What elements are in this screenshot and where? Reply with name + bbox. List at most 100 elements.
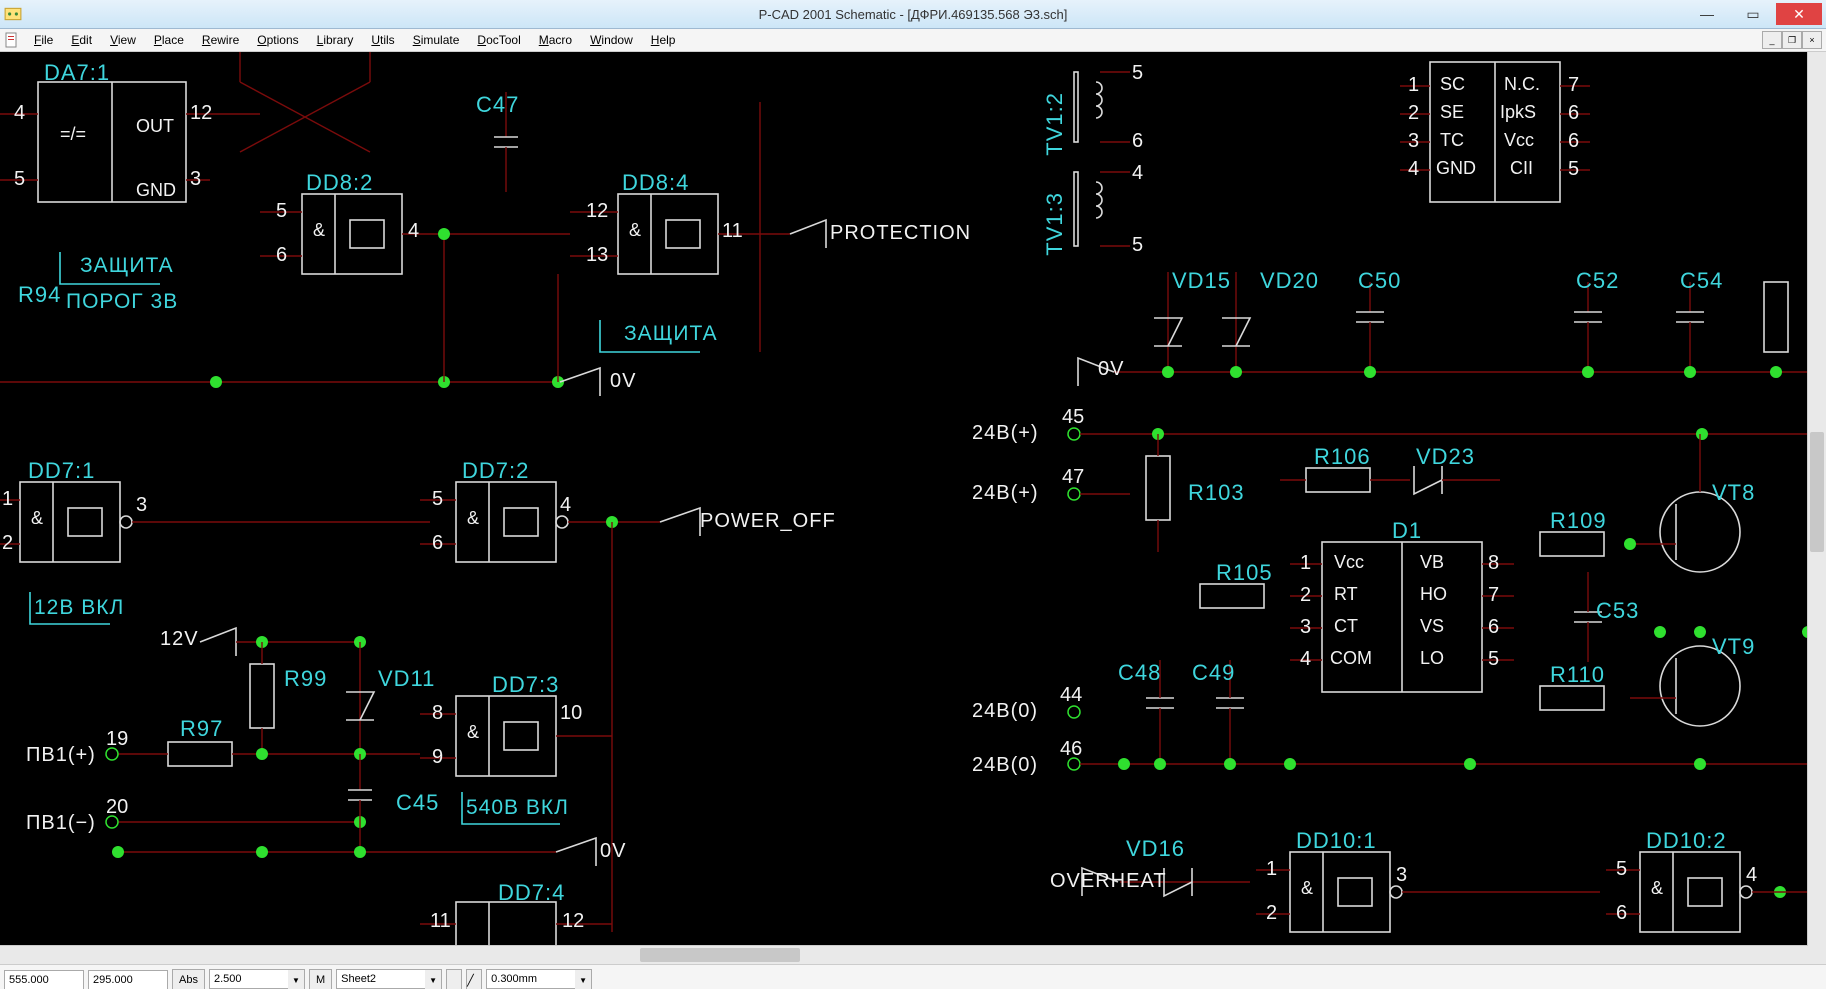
title-bar: P-CAD 2001 Schematic - [ДФРИ.469135.568 … <box>0 0 1826 29</box>
ref-DD8-2: DD8:2 <box>306 170 373 196</box>
dd10-p6: 6 <box>1616 902 1627 925</box>
mdi-minimize[interactable]: _ <box>1762 31 1782 49</box>
amp-sym: =/= <box>60 124 86 145</box>
status-grid[interactable]: ▼ <box>209 969 305 989</box>
lbl-porog: ПОРОГ 3В <box>66 290 178 314</box>
icr-p3: 3 <box>1408 130 1419 153</box>
icr-p4: 4 <box>1408 158 1419 181</box>
amp2: & <box>629 220 641 241</box>
close-button[interactable]: ✕ <box>1776 3 1822 25</box>
tv1-2-coil <box>1074 72 1130 142</box>
ref-DD7-4: DD7:4 <box>498 880 565 906</box>
d1-CT: CT <box>1334 616 1358 637</box>
dd10-p4: 4 <box>1746 864 1757 887</box>
icr-p1: 1 <box>1408 74 1419 97</box>
pin10d: 10 <box>560 702 582 725</box>
pin4b: 4 <box>408 220 419 243</box>
maximize-button[interactable]: ▭ <box>1730 3 1776 25</box>
mdi-buttons: _ ❐ × <box>1762 31 1822 49</box>
ref-VD20: VD20 <box>1260 268 1319 294</box>
net-12v: 12V <box>160 628 199 651</box>
status-m[interactable]: M <box>309 969 332 989</box>
menu-window[interactable]: Window <box>582 31 641 49</box>
lbl-Vcc: Vcc <box>1504 130 1534 151</box>
pin47: 47 <box>1062 466 1084 489</box>
amp3: & <box>31 508 43 529</box>
lbl-IpkS: IpkS <box>1500 102 1536 123</box>
status-linewidth[interactable]: ▼ <box>486 969 592 989</box>
ref-DD8-4: DD8:4 <box>622 170 689 196</box>
menu-file[interactable]: File <box>26 31 61 49</box>
menu-rewire[interactable]: Rewire <box>194 31 247 49</box>
lbl-GND2: GND <box>1436 158 1476 179</box>
ref-R94: R94 <box>18 282 61 308</box>
ref-DD7-3: DD7:3 <box>492 672 559 698</box>
net-0v-2: 0V <box>600 840 626 863</box>
lbl-NC: N.C. <box>1504 74 1540 95</box>
minimize-button[interactable]: — <box>1684 3 1730 25</box>
pin5r2: 5 <box>1132 234 1143 257</box>
pin2c: 2 <box>2 532 13 555</box>
menu-edit[interactable]: Edit <box>63 31 100 49</box>
menu-view[interactable]: View <box>102 31 144 49</box>
d1-VS: VS <box>1420 616 1444 637</box>
net-poweroff: POWER_OFF <box>700 510 836 533</box>
amp4: & <box>467 508 479 529</box>
lbl-TC: TC <box>1440 130 1464 151</box>
menu-help[interactable]: Help <box>643 31 684 49</box>
lbl-zashita2: ЗАЩИТА <box>624 322 718 346</box>
ref-C50: C50 <box>1358 268 1401 294</box>
lbl-zashita: ЗАЩИТА <box>80 254 174 278</box>
horizontal-scrollbar[interactable] <box>0 945 1808 964</box>
status-x[interactable] <box>4 970 84 989</box>
d1-p7: 7 <box>1488 584 1499 607</box>
icr-p5: 5 <box>1568 158 1579 181</box>
lbl-CII: CII <box>1510 158 1533 179</box>
pin12d: 12 <box>562 910 584 933</box>
pin5c: 5 <box>432 488 443 511</box>
pin12: 12 <box>190 102 212 125</box>
dd10-p3: 3 <box>1396 864 1407 887</box>
d1-p3: 3 <box>1300 616 1311 639</box>
status-y[interactable] <box>88 970 168 989</box>
net-24o1: 24В(0) <box>972 700 1038 723</box>
d1-p6: 6 <box>1488 616 1499 639</box>
dd10-p5: 5 <box>1616 858 1627 881</box>
schematic-canvas[interactable]: DA7:1 4 5 12 3 =/= OUT GND ЗАЩИТА ПОРОГ … <box>0 52 1808 946</box>
d1-RT: RT <box>1334 584 1358 605</box>
pin4r: 4 <box>1132 162 1143 185</box>
mdi-close[interactable]: × <box>1802 31 1822 49</box>
pin6b: 6 <box>276 244 287 267</box>
ref-C53: C53 <box>1596 598 1639 624</box>
net-protection: PROTECTION <box>830 222 971 245</box>
net-overheat: OVERHEAT <box>1050 870 1167 893</box>
status-abs[interactable]: Abs <box>172 969 205 989</box>
status-linestyle[interactable]: ╱ <box>466 969 482 989</box>
lbl-SC: SC <box>1440 74 1465 95</box>
ref-C48: C48 <box>1118 660 1161 686</box>
menu-macro[interactable]: Macro <box>531 31 580 49</box>
menu-library[interactable]: Library <box>309 31 362 49</box>
menu-doctool[interactable]: DocTool <box>469 31 528 49</box>
amp5: & <box>467 722 479 743</box>
mdi-restore[interactable]: ❐ <box>1782 31 1802 49</box>
menu-utils[interactable]: Utils <box>363 31 402 49</box>
net-0v-1: 0V <box>610 370 636 393</box>
menu-place[interactable]: Place <box>146 31 192 49</box>
pin1c: 1 <box>2 488 13 511</box>
ref-C54: C54 <box>1680 268 1723 294</box>
status-bar: Abs ▼ M ▼ ╱ ▼ <box>0 964 1826 989</box>
pin6c: 6 <box>432 532 443 555</box>
status-color[interactable] <box>446 969 462 989</box>
vertical-scrollbar[interactable] <box>1807 52 1826 946</box>
amp1: & <box>313 220 325 241</box>
menu-options[interactable]: Options <box>249 31 306 49</box>
pin8d: 8 <box>432 702 443 725</box>
menu-simulate[interactable]: Simulate <box>405 31 468 49</box>
pin5r: 5 <box>1132 62 1143 85</box>
icr-p2: 2 <box>1408 102 1419 125</box>
net-pv1p: ПВ1(+) <box>26 744 96 767</box>
status-sheet[interactable]: ▼ <box>336 969 442 989</box>
dd10-p1: 1 <box>1266 858 1277 881</box>
d1-LO: LO <box>1420 648 1444 669</box>
